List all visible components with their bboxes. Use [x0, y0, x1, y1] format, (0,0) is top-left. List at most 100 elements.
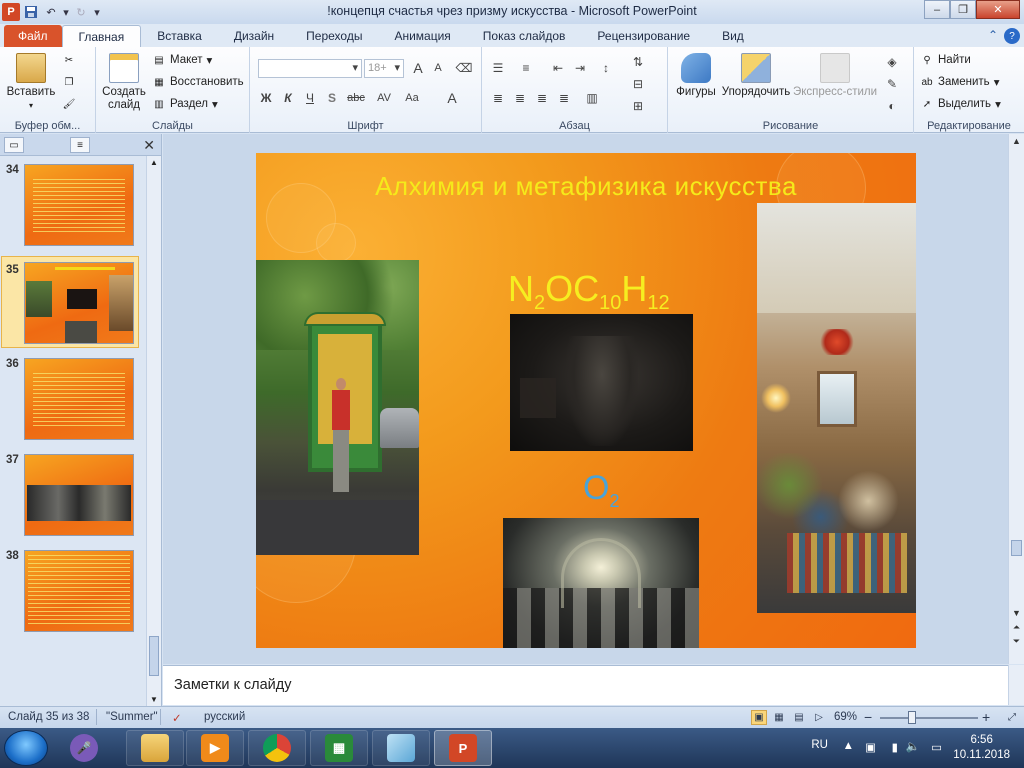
columns-icon[interactable]: ▥	[582, 89, 602, 107]
bold-button[interactable]: Ж	[256, 89, 276, 107]
layout-button[interactable]: ▤ Макет ▾	[152, 53, 212, 67]
align-right-icon[interactable]: ≣	[532, 89, 552, 107]
save-icon[interactable]	[22, 3, 40, 21]
photo-metro-hall[interactable]	[503, 518, 699, 648]
scroll-up-icon[interactable]: ▲	[150, 158, 158, 167]
slideshow-view-icon[interactable]: ▷	[811, 710, 827, 725]
thumbnail-row[interactable]: 36	[0, 356, 146, 446]
scrollbar-thumb[interactable]	[149, 636, 159, 676]
microphone-icon[interactable]: 🎤	[70, 734, 98, 762]
slide-sorter-icon[interactable]: ▦	[771, 710, 787, 725]
line-spacing-icon[interactable]: ↕	[596, 59, 616, 77]
shape-outline-icon[interactable]: ✎	[882, 75, 902, 93]
oxygen-formula[interactable]: O2	[583, 469, 619, 512]
font-color-button[interactable]: A	[442, 89, 462, 107]
scroll-down-icon[interactable]: ▼	[150, 695, 158, 704]
photo-man-kiosk[interactable]	[256, 260, 419, 555]
photo-dark-room[interactable]	[510, 314, 693, 451]
clock[interactable]: 6:56 10.11.2018	[953, 733, 1010, 763]
quick-styles-button[interactable]: Экспресс-стили	[792, 53, 878, 99]
thumbnail-row[interactable]: 38	[0, 548, 146, 638]
align-text-icon[interactable]: ⊟	[628, 75, 648, 93]
shrink-font-button[interactable]: A	[428, 59, 448, 77]
close-button[interactable]: ✕	[976, 0, 1020, 19]
tab-design[interactable]: Дизайн	[218, 25, 290, 47]
new-slide-button[interactable]: Создать слайд	[102, 53, 146, 112]
customize-qat-icon[interactable]: ▾	[92, 3, 102, 21]
copy-button[interactable]: ❐	[62, 75, 76, 89]
select-button[interactable]: ➚ Выделить ▾	[920, 97, 1001, 111]
tab-home[interactable]: Главная	[61, 25, 142, 47]
clear-format-icon[interactable]: ⌫	[454, 59, 474, 77]
network-icon[interactable]: ▮	[892, 740, 898, 754]
notes-pane[interactable]: Заметки к слайду	[163, 665, 1008, 705]
taskbar-notes[interactable]	[372, 730, 430, 766]
text-direction-icon[interactable]: ⇅	[628, 53, 648, 71]
arrange-button[interactable]: Упорядочить	[720, 53, 792, 99]
tray-expand-icon[interactable]: ▲	[843, 740, 854, 752]
font-size-combo[interactable]: 18+ ▾	[364, 59, 404, 78]
close-pane-icon[interactable]: ✕	[143, 137, 155, 154]
thumbnail-row[interactable]: 37	[0, 452, 146, 542]
tab-transitions[interactable]: Переходы	[290, 25, 378, 47]
slide-thumbnail[interactable]	[24, 164, 134, 246]
grow-font-button[interactable]: A	[408, 59, 428, 77]
chemical-formula[interactable]: N2OC10H12	[508, 268, 670, 315]
zoom-slider-thumb[interactable]	[908, 711, 916, 724]
shadow-button[interactable]: S	[322, 89, 342, 107]
thumbnail-row-selected[interactable]: 35	[0, 256, 146, 352]
start-button[interactable]	[4, 730, 48, 766]
decrease-indent-icon[interactable]: ⇤	[548, 59, 568, 77]
zoom-level[interactable]: 69%	[834, 711, 857, 723]
replace-button[interactable]: ab Заменить ▾	[920, 75, 999, 89]
volume-icon[interactable]: 🔈	[906, 739, 920, 753]
format-painter-button[interactable]: 🖌	[62, 97, 76, 111]
shape-fill-icon[interactable]: ◈	[882, 53, 902, 71]
cut-button[interactable]: ✂	[62, 53, 76, 67]
slide-title[interactable]: Алхимия и метафизика искусства	[256, 171, 916, 202]
spellcheck-icon[interactable]: ✓	[172, 711, 182, 725]
reading-view-icon[interactable]: ▤	[791, 710, 807, 725]
char-spacing-button[interactable]: AV	[372, 89, 396, 107]
zoom-slider-track[interactable]	[880, 717, 978, 719]
language-indicator[interactable]: русский	[204, 711, 245, 723]
font-name-combo[interactable]: ▾	[258, 59, 362, 78]
undo-icon[interactable]: ↶	[42, 3, 60, 21]
section-button[interactable]: ▥ Раздел ▾	[152, 97, 218, 111]
zoom-in-button[interactable]: +	[982, 709, 990, 725]
photo-room-interior[interactable]	[757, 203, 916, 613]
power-icon[interactable]: ▭	[931, 740, 942, 754]
thumbnail-row[interactable]: 34	[0, 162, 146, 252]
taskbar-video[interactable]: ▦	[310, 730, 368, 766]
shape-effects-icon[interactable]: ◐	[882, 97, 902, 115]
tab-view[interactable]: Вид	[706, 25, 760, 47]
italic-button[interactable]: К	[278, 89, 298, 107]
scrollbar-thumb[interactable]	[1011, 540, 1022, 556]
taskbar-powerpoint[interactable]: P	[434, 730, 492, 766]
taskbar-chrome[interactable]	[248, 730, 306, 766]
tab-animations[interactable]: Анимация	[378, 25, 466, 47]
restore-button[interactable]: ❐	[950, 0, 976, 19]
redo-icon[interactable]: ↻	[72, 3, 90, 21]
justify-icon[interactable]: ≣	[554, 89, 574, 107]
find-button[interactable]: ⚲ Найти	[920, 53, 971, 67]
scroll-down-icon[interactable]: ▼	[1011, 608, 1022, 618]
outline-tab-icon[interactable]: ≡	[70, 137, 90, 153]
slide-thumbnail[interactable]	[24, 550, 134, 632]
undo-dropdown-icon[interactable]: ▾	[62, 3, 70, 21]
minimize-ribbon-icon[interactable]: ⌃	[988, 28, 998, 44]
minimize-button[interactable]: –	[924, 0, 950, 19]
editor-scrollbar[interactable]: ▲ ▼ ⏶ ⏷	[1008, 134, 1024, 664]
increase-indent-icon[interactable]: ⇥	[570, 59, 590, 77]
align-left-icon[interactable]: ≣	[488, 89, 508, 107]
tab-review[interactable]: Рецензирование	[581, 25, 706, 47]
slides-tab-icon[interactable]: ▭	[4, 137, 24, 153]
next-slide-icon[interactable]: ⏷	[1011, 636, 1022, 647]
bullets-icon[interactable]: ☰	[488, 59, 508, 77]
slide-thumbnail[interactable]	[24, 454, 134, 536]
paste-button[interactable]: Вставить ▾	[6, 53, 56, 112]
change-case-button[interactable]: Aa	[400, 89, 424, 107]
theme-name[interactable]: "Summer"	[106, 711, 158, 723]
slide-canvas[interactable]: Алхимия и метафизика искусства N2OC10H12…	[256, 153, 916, 648]
slide-thumbnail-current[interactable]	[24, 262, 134, 344]
